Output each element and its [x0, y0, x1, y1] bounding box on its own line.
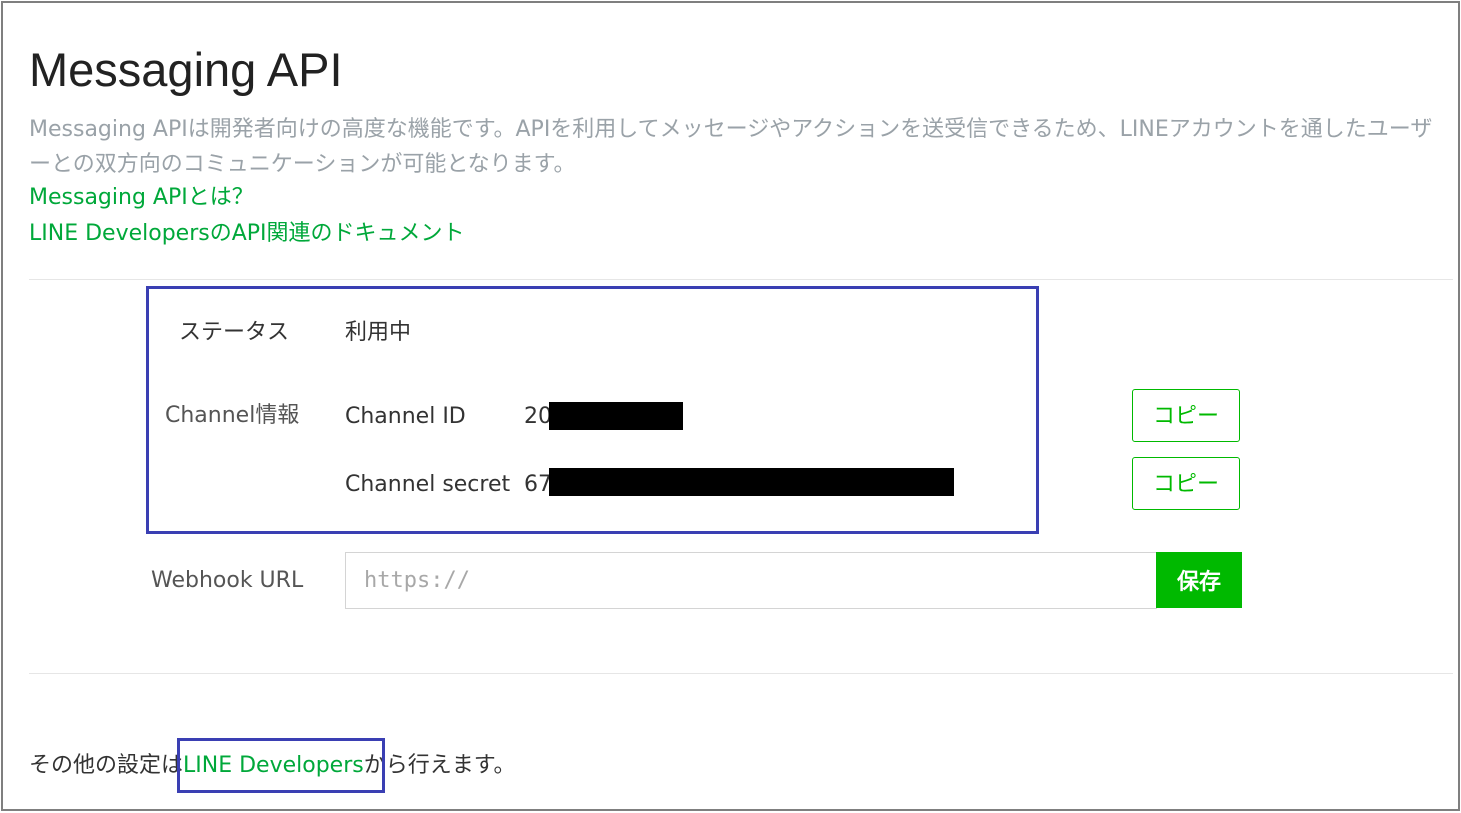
footer-prefix: その他の設定は	[29, 753, 184, 778]
page-description: Messaging APIは開発者向けの高度な機能です。APIを利用してメッセー…	[29, 117, 1433, 177]
channel-secret-value: 67	[524, 472, 552, 497]
channel-secret-label: Channel secret	[345, 472, 511, 497]
channel-info-label: Channel情報	[165, 403, 300, 428]
channel-id-value: 20	[524, 404, 552, 429]
channel-secret-redaction	[549, 468, 954, 496]
footer-suffix: から行えます。	[363, 753, 516, 778]
channel-id-label: Channel ID	[345, 404, 466, 429]
line-developers-link[interactable]: LINE Developers	[183, 753, 364, 778]
what-is-messaging-api-link[interactable]: Messaging APIとは？	[29, 182, 254, 214]
divider	[29, 673, 1453, 674]
status-label: ステータス	[179, 320, 290, 345]
api-docs-link[interactable]: LINE DevelopersのAPI関連のドキュメント	[29, 218, 465, 250]
footer-note: その他の設定はLINE Developersから行えます。	[29, 750, 516, 782]
divider	[29, 279, 1453, 280]
webhook-url-input[interactable]	[345, 552, 1157, 609]
copy-channel-id-button[interactable]: コピー	[1132, 389, 1240, 442]
status-value: 利用中	[345, 320, 412, 345]
page-title: Messaging API	[29, 43, 343, 96]
webhook-url-label: Webhook URL	[151, 568, 304, 593]
copy-channel-secret-button[interactable]: コピー	[1132, 457, 1240, 510]
save-webhook-button[interactable]: 保存	[1156, 552, 1242, 608]
channel-id-redaction	[549, 402, 683, 430]
